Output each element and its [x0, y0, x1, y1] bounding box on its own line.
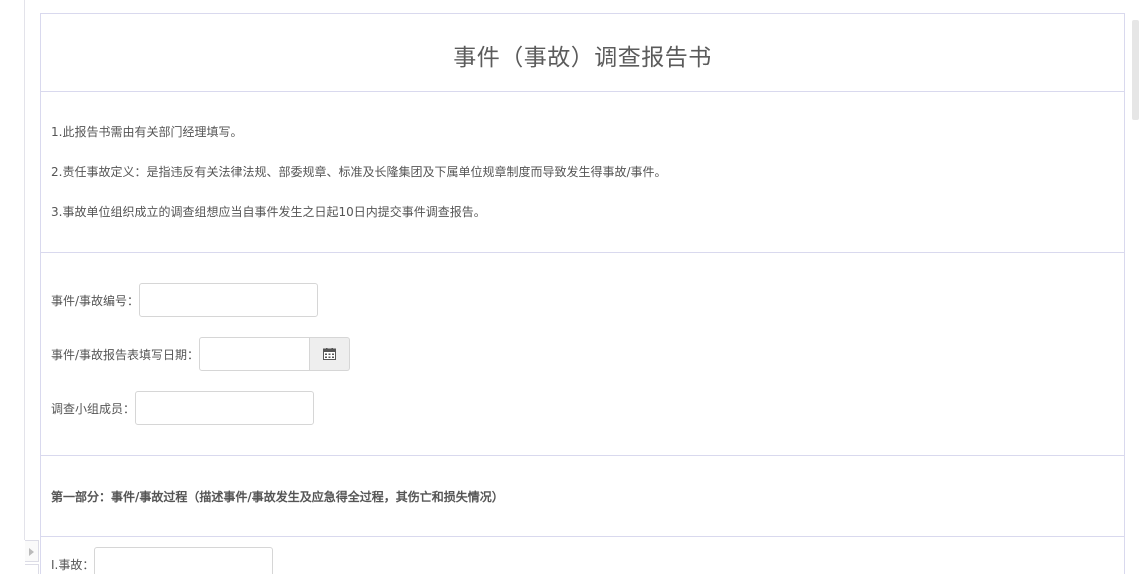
triangle-right-icon — [29, 548, 34, 556]
page-title: 事件（事故）调查报告书 — [453, 45, 712, 71]
instruction-note-3: 3.事故单位组织成立的调查组想应当自事件发生之日起10日内提交事件调查报告。 — [51, 205, 486, 219]
vertical-scrollbar-thumb[interactable] — [1132, 20, 1139, 120]
team-members-row: 调查小组成员： — [51, 391, 315, 425]
part-one-section: 第一部分：事件/事故过程（描述事件/事故发生及应急得全过程，其伤亡和损失情况） — [41, 456, 1124, 537]
page: 事件（事故）调查报告书 1.此报告书需由有关部门经理填写。 2.责任事故定义：是… — [0, 0, 1139, 574]
team-members-input[interactable] — [135, 391, 315, 425]
incident-number-label: 事件/事故编号： — [51, 293, 140, 308]
left-panel-edge — [24, 0, 25, 540]
report-form: 事件（事故）调查报告书 1.此报告书需由有关部门经理填写。 2.责任事故定义：是… — [40, 13, 1125, 574]
part-one-heading: 第一部分：事件/事故过程（描述事件/事故发生及应急得全过程，其伤亡和损失情况） — [51, 490, 504, 504]
calendar-button[interactable] — [310, 337, 351, 371]
accident-section: Ⅰ.事故： — [41, 537, 1124, 574]
title-section: 事件（事故）调查报告书 — [41, 14, 1124, 92]
sidebar-edge-tab — [25, 564, 39, 574]
report-date-row: 事件/事故报告表填写日期： — [51, 337, 351, 371]
accident-label: Ⅰ.事故： — [51, 557, 95, 572]
team-members-label: 调查小组成员： — [51, 401, 136, 416]
instruction-note-2: 2.责任事故定义：是指违反有关法律法规、部委规章、标准及长隆集团及下属单位规章制… — [51, 165, 667, 179]
accident-input[interactable] — [94, 547, 274, 574]
report-date-picker — [199, 337, 351, 371]
incident-number-input[interactable] — [139, 283, 319, 317]
basic-info-section: 事件/事故编号： 事件/事故报告表填写日期： 调查小组成员： — [41, 253, 1124, 456]
report-date-label: 事件/事故报告表填写日期： — [51, 347, 200, 362]
sidebar-collapse-toggle[interactable] — [25, 540, 39, 562]
instructions-section: 1.此报告书需由有关部门经理填写。 2.责任事故定义：是指违反有关法律法规、部委… — [41, 92, 1124, 253]
instruction-note-1: 1.此报告书需由有关部门经理填写。 — [51, 125, 243, 139]
calendar-icon — [323, 348, 337, 360]
accident-row: Ⅰ.事故： — [51, 547, 274, 574]
incident-number-row: 事件/事故编号： — [51, 283, 319, 317]
report-date-input[interactable] — [199, 337, 311, 371]
